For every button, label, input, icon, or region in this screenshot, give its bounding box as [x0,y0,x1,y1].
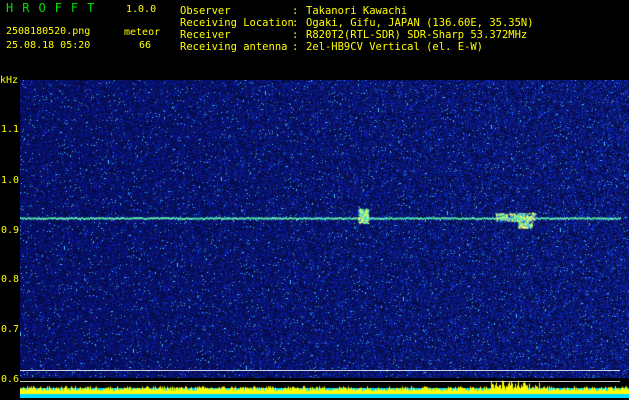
baseline-line-upper [20,370,620,371]
info-sep-antenna: : [292,41,299,53]
file-datetime: 25.08.18 05:20 [6,40,91,51]
meteor-count: 66 [139,40,152,51]
info-sep-location: : [292,17,299,29]
info-value-observer: Takanori Kawachi [306,5,408,17]
info-key-receiver: Receiver [180,29,231,41]
app-title: HROFFT [6,1,104,15]
info-key-observer: Observer [180,5,231,17]
freq-tick: 0.7 [1,324,20,335]
spectrogram [20,80,629,398]
freq-tick: 0.6 [1,374,20,385]
info-value-receiver: R820T2(RTL-SDR) SDR-Sharp 53.372MHz [306,29,528,41]
app-version: 1.0.0 [126,4,157,15]
freq-tick: 0.8 [1,274,20,285]
info-sep-observer: : [292,5,299,17]
freq-tick: 1.1 [1,124,20,135]
file-name: 2508180520.png [6,26,91,37]
info-key-antenna: Receiving antenna [180,41,288,53]
info-key-location: Receiving Location [180,17,294,29]
freq-tick: 0.9 [1,225,20,236]
baseline-line-lower [20,381,620,382]
freq-tick: 1.0 [1,175,20,186]
hrofft-window: HROFFT 1.0.0 2508180520.png meteor 25.08… [0,0,629,400]
info-value-location: Ogaki, Gifu, JAPAN (136.60E, 35.35N) [306,17,534,29]
axis-unit-khz: kHz [0,75,19,86]
meteor-label: meteor [124,27,161,38]
info-value-antenna: 2el-HB9CV Vertical (el. E-W) [306,41,484,53]
info-sep-receiver: : [292,29,299,41]
